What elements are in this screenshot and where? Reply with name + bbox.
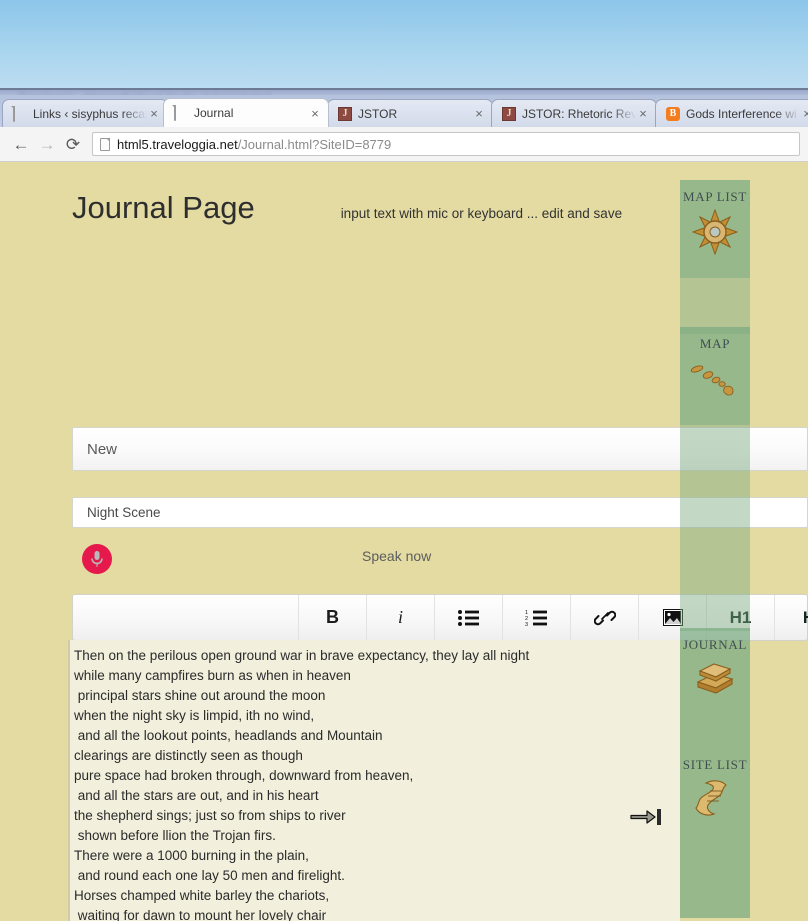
close-icon[interactable]: × <box>636 107 650 120</box>
sidebar-item-label: MAP LIST <box>683 189 747 204</box>
page-subtitle: input text with mic or keyboard ... edit… <box>340 206 623 221</box>
right-sidebar: MAP LIST MAP JOURNAL SITE LIST <box>680 162 808 921</box>
browser-tab-title: Gods Interference wi <box>686 106 797 121</box>
compass-rose-icon <box>680 208 750 256</box>
url-host: html5.traveloggia.net <box>117 136 238 152</box>
sidebar-item-map-list[interactable]: MAP LIST <box>680 180 750 278</box>
url-path: /Journal.html?SiteID=8779 <box>237 136 392 152</box>
jstor-icon: J <box>502 106 516 121</box>
browser-navigation-bar: ← → ⟳ html5.traveloggia.net /Journal.htm… <box>0 127 808 162</box>
mic-icon[interactable] <box>82 544 112 574</box>
reload-icon[interactable]: ⟳ <box>60 131 86 157</box>
speech-row: Speak now <box>72 544 672 584</box>
svg-text:3: 3 <box>525 622 528 627</box>
sidebar-item-site-list[interactable]: SITE LIST <box>680 748 750 918</box>
close-icon[interactable]: × <box>147 107 161 120</box>
sidebar-spacer-middle <box>680 425 750 631</box>
browser-tab-title: Links ‹ sisyphus recap <box>33 106 147 121</box>
page-icon <box>174 105 188 121</box>
mouse-cursor-icon <box>630 808 664 826</box>
browser-tab-jstor-rhetoric[interactable]: J JSTOR: Rhetoric Revi × <box>491 99 657 127</box>
page-title: Journal Page <box>72 190 255 225</box>
browser-tab-journal[interactable]: Journal × <box>163 98 329 127</box>
blogger-icon: B <box>666 106 680 121</box>
sidebar-spacer-upper <box>680 278 750 334</box>
browser-tabstrip: Links ‹ sisyphus recap × Journal × J JST… <box>0 95 808 127</box>
page-icon <box>13 105 27 122</box>
close-icon[interactable]: × <box>472 107 486 120</box>
sidebar-item-label: MAP <box>699 336 731 351</box>
islands-map-icon <box>680 355 750 403</box>
bullet-list-icon[interactable] <box>435 595 503 640</box>
close-icon[interactable]: × <box>800 107 808 120</box>
browser-window: Links ‹ sisyphus recap × Journal × J JST… <box>0 95 808 921</box>
browser-tab-title: JSTOR <box>358 106 398 121</box>
desktop-background <box>0 0 808 88</box>
link-icon[interactable] <box>571 595 639 640</box>
page-icon <box>100 137 110 151</box>
sidebar-item-journal[interactable]: JOURNAL <box>680 628 750 748</box>
page-header: Journal Page input text with mic or keyb… <box>0 162 680 226</box>
main-column: Journal Page input text with mic or keyb… <box>0 162 680 226</box>
sidebar-item-map[interactable]: MAP <box>680 327 750 425</box>
scroll-icon <box>680 776 750 824</box>
browser-tab-gods-interference[interactable]: B Gods Interference wi × <box>655 99 808 127</box>
browser-tab-title: JSTOR: Rhetoric Revi <box>522 106 636 121</box>
address-bar[interactable]: html5.traveloggia.net /Journal.html?Site… <box>92 132 800 156</box>
books-icon <box>680 656 750 704</box>
sidebar-item-label: SITE LIST <box>682 757 748 772</box>
toolbar-empty-area <box>73 595 299 640</box>
browser-tab-jstor[interactable]: J JSTOR × <box>327 99 493 127</box>
close-icon[interactable]: × <box>308 107 322 120</box>
browser-tab-links[interactable]: Links ‹ sisyphus recap × <box>2 99 168 127</box>
browser-tab-title: Journal <box>194 106 234 120</box>
jstor-icon: J <box>338 106 352 121</box>
numbered-list-icon[interactable]: 1 2 3 <box>503 595 571 640</box>
sidebar-item-label: JOURNAL <box>682 637 748 652</box>
back-icon[interactable]: ← <box>8 131 34 157</box>
journal-page: Journal Page input text with mic or keyb… <box>0 162 808 921</box>
speak-now-status: Speak now <box>362 548 432 564</box>
bold-button[interactable]: B <box>299 595 367 640</box>
italic-button[interactable]: i <box>367 595 435 640</box>
journal-text-editor[interactable]: Then on the perilous open ground war in … <box>68 640 680 921</box>
forward-icon[interactable]: → <box>34 131 60 157</box>
